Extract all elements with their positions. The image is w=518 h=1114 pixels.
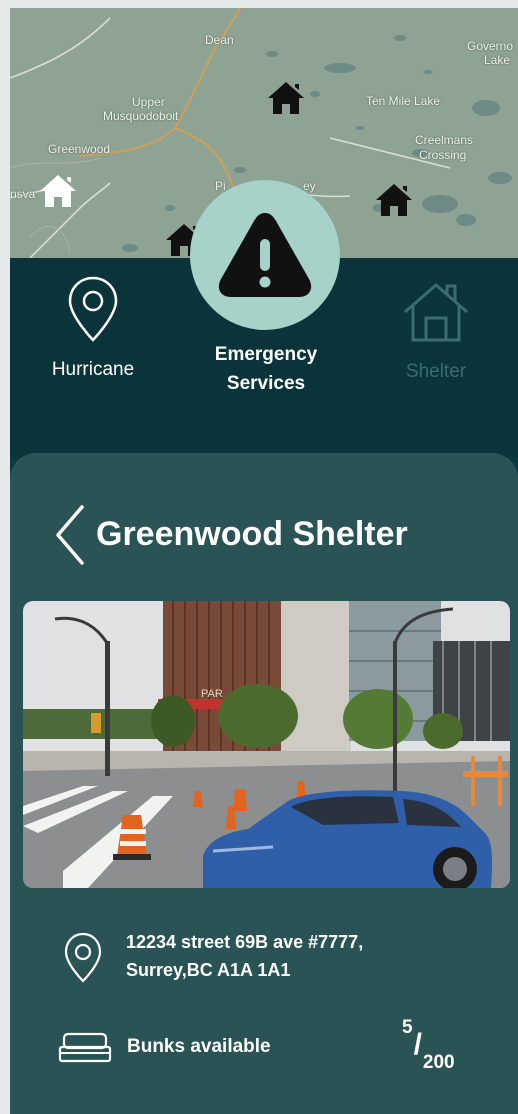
address-line-1: 12234 street 69B ave #7777,	[126, 932, 364, 952]
location-pin-icon	[68, 276, 118, 342]
back-chevron-icon[interactable]	[50, 503, 90, 567]
nav-item-emergency-services[interactable]: Emergency Services	[196, 340, 336, 402]
map-label-dean: Dean	[205, 33, 234, 47]
map-label-musquodoboit: Musquodoboit	[103, 109, 179, 123]
shelter-detail-card: Greenwood Shelter PAR 12234 street 69B a…	[10, 453, 518, 1114]
nav-item-hurricane[interactable]: Hurricane	[35, 274, 151, 394]
map-label-creelmans: Creelmans	[415, 133, 474, 147]
shelter-pin-house-icon[interactable]	[266, 78, 306, 118]
map-label-crossing: Crossing	[419, 148, 467, 162]
shelter-address: 12234 street 69B ave #7777, Surrey,BC A1…	[126, 928, 363, 984]
photo-sign-text: PAR	[201, 688, 223, 700]
bunks-available-number: 5	[402, 1017, 413, 1038]
house-outline-icon	[404, 283, 468, 342]
bunks-total-number: 200	[422, 1052, 455, 1073]
bunks-count: 5/200	[402, 1017, 455, 1073]
map-label-lake: Lake	[484, 53, 511, 67]
nav-item-shelter[interactable]: Shelter	[386, 280, 486, 400]
emergency-services-button[interactable]	[190, 180, 340, 330]
bunks-label: Bunks available	[127, 1036, 271, 1057]
map-label-greenwood: Greenwood	[48, 142, 111, 156]
location-pin-icon	[64, 932, 102, 983]
address-line-2: Surrey,BC A1A 1A1	[126, 960, 291, 980]
app-screen: Dean Governo Lake Upper Musquodoboit Ten…	[10, 8, 518, 1114]
nav-label-shelter: Shelter	[405, 361, 467, 382]
warning-triangle-icon	[218, 213, 312, 297]
shelter-pin-house-icon[interactable]	[374, 180, 414, 220]
selected-shelter-pin-house-icon[interactable]	[38, 171, 78, 211]
nav-label-services: Services	[226, 373, 306, 394]
nav-label-emergency: Emergency	[214, 344, 318, 365]
map-label-governor: Governo	[467, 39, 514, 53]
map-label-upper: Upper	[132, 95, 165, 109]
shelter-title: Greenwood Shelter	[96, 515, 408, 553]
nav-label-hurricane: Hurricane	[51, 359, 135, 380]
map-label-nsva: nsva	[10, 187, 36, 201]
bed-icon	[58, 1032, 112, 1063]
map-label-ten-mile-lake: Ten Mile Lake	[366, 94, 441, 108]
shelter-photo: PAR	[23, 601, 510, 888]
